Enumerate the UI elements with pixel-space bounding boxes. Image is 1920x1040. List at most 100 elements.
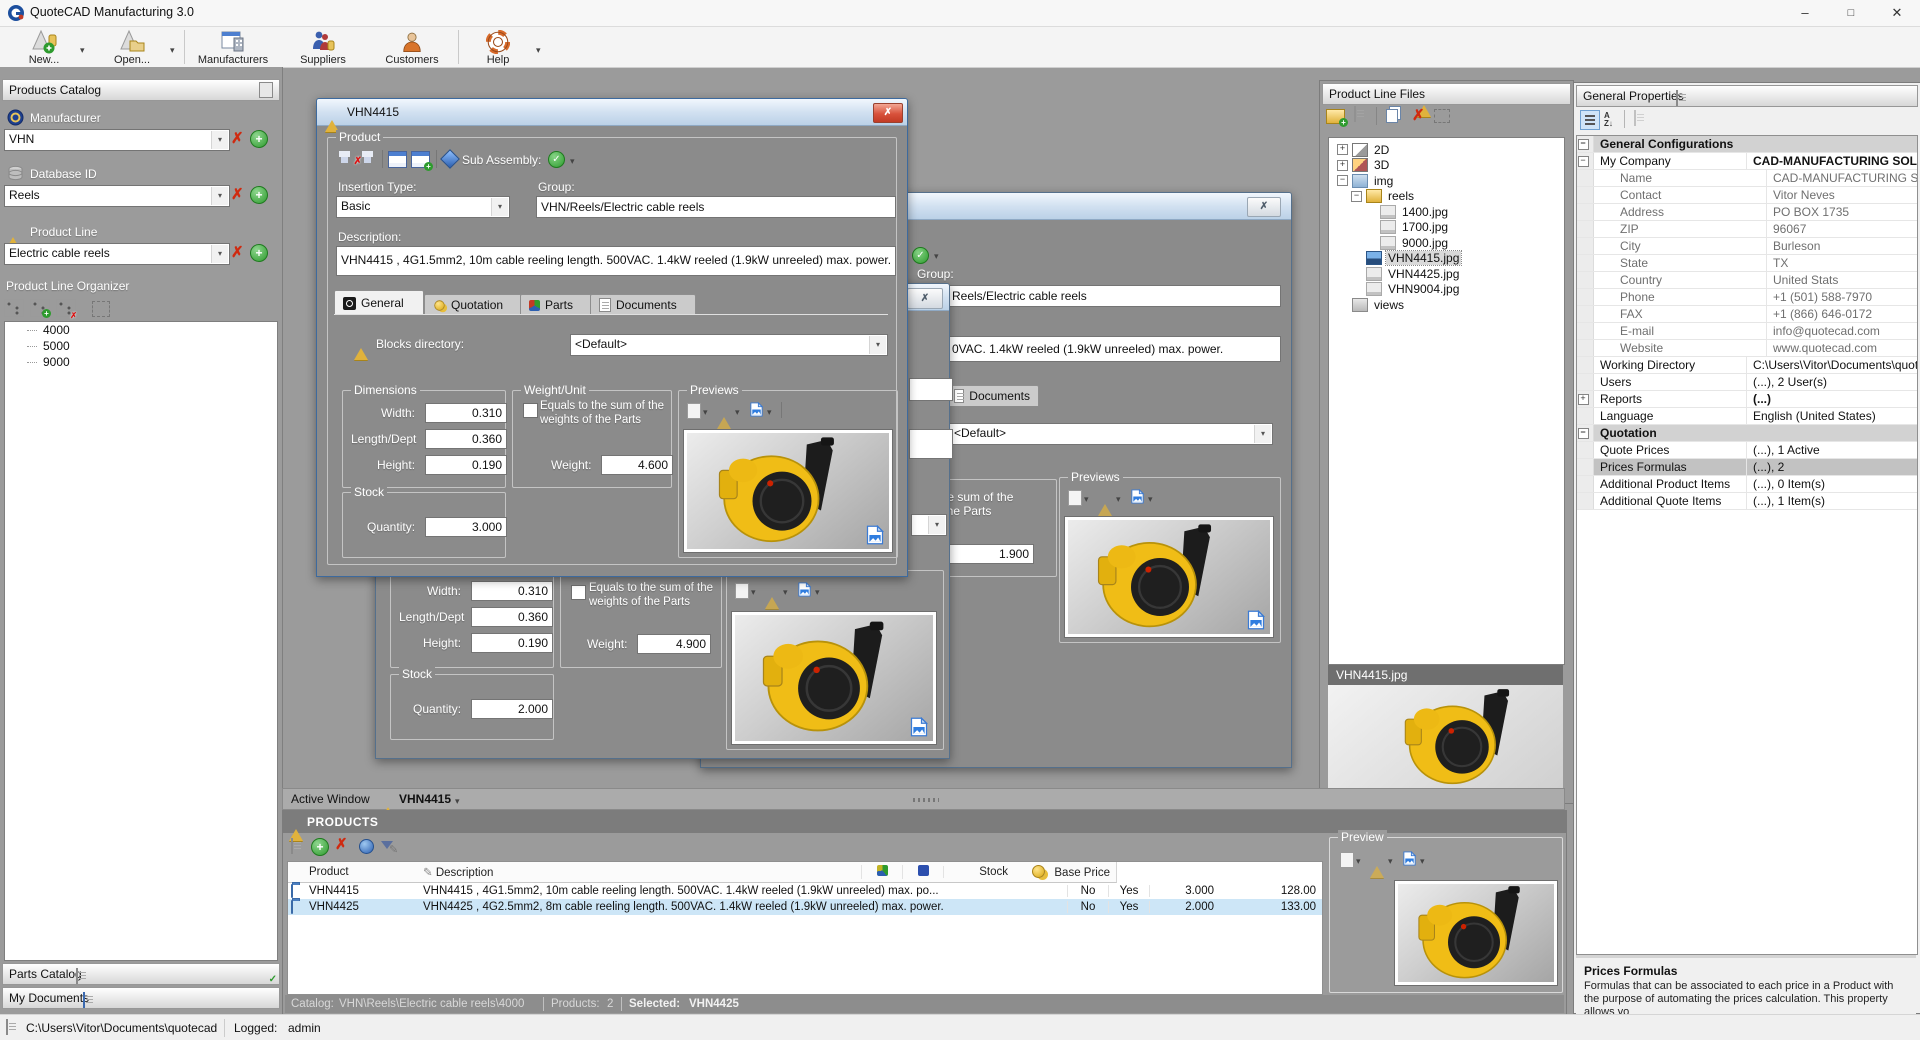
preview-shape-icon[interactable] [1068,490,1082,506]
database-id-select[interactable]: Reels ▾ [4,185,230,207]
new-file-icon[interactable] [1354,106,1356,122]
files-tree-item[interactable]: − reels [1329,189,1564,205]
product-line-add-button[interactable]: + [250,244,268,262]
property-row[interactable]: Quote Prices (...), 1 Active [1577,442,1917,459]
filter-pencil-icon[interactable]: ✎ [389,843,398,856]
product-line-delete-button[interactable]: ✗ [231,245,244,261]
alphabetical-sort-icon[interactable]: AZ↓ [1604,112,1613,128]
tree-expander[interactable]: − [1337,175,1348,186]
property-row[interactable]: + Reports (...) [1577,391,1917,408]
organizer-tree-item[interactable]: 5000 [5,338,277,354]
chevron-down-icon[interactable]: ▾ [455,796,460,806]
organizer-delete-node-icon[interactable]: ✗ [56,299,76,317]
height-field[interactable]: 0.190 [425,455,507,475]
database-add-button[interactable]: + [250,186,268,204]
length-field[interactable]: 0.360 [471,607,553,627]
chevron-down-icon[interactable]: ▾ [751,587,756,597]
property-row[interactable]: FAX +1 (866) 646-0172 [1577,306,1917,323]
pin-icon[interactable] [259,82,273,98]
insertion-type-select[interactable]: Basic ▾ [336,196,510,218]
manufacturer-add-button[interactable]: + [250,130,268,148]
property-row[interactable]: Country United Stats [1577,272,1917,289]
products-table-header[interactable]: Product ✎ Description Stock Base Price [288,862,1117,883]
chevron-down-icon[interactable]: ▾ [703,407,708,417]
description-field-fragment[interactable] [909,429,953,459]
width-field[interactable]: 0.310 [425,403,507,423]
sub-assembly-ok-icon[interactable]: ✓ [912,247,929,264]
open-button[interactable]: Open... [102,27,162,67]
files-tree-item[interactable]: VHN4425.jpg [1329,266,1564,282]
chevron-down-icon[interactable]: ▾ [934,251,939,261]
new-button[interactable]: New... [16,27,72,67]
property-row[interactable]: Working Directory C:\Users\Vitor\Documen… [1577,357,1917,374]
group-field-fragment[interactable] [909,378,953,401]
tab-parts[interactable]: Parts [520,294,600,315]
row-expander[interactable]: + [1578,394,1589,405]
files-tree-item[interactable]: + 3D [1329,158,1564,174]
products-new-icon[interactable] [291,838,293,854]
tree-expander[interactable]: + [1337,144,1348,155]
products-add-button[interactable]: + [311,838,329,856]
chevron-down-icon[interactable]: ▾ [1388,856,1393,866]
length-field[interactable]: 0.360 [425,429,507,449]
delete-icon[interactable]: ✗ [1412,108,1425,124]
blocks-directory-select[interactable]: <Default> ▾ [949,423,1273,445]
weight-field[interactable]: 4.900 [637,634,711,654]
maximize-button[interactable]: □ [1828,0,1874,26]
image-file-icon[interactable] [865,525,885,545]
help-caret-icon[interactable]: ▾ [536,45,541,55]
products-delete-button[interactable]: ✗ [335,837,348,853]
organizer-tree-item[interactable]: 9000 [5,354,277,370]
description-field[interactable]: VHN4415 , 4G1.5mm2, 10m cable reeling le… [336,246,896,276]
property-pages-icon[interactable] [1634,110,1636,126]
height-field[interactable]: 0.190 [471,633,553,653]
weight-field[interactable]: 4.600 [601,455,673,475]
manufacturer-select[interactable]: VHN ▾ [4,129,230,151]
property-row[interactable]: Users (...), 2 User(s) [1577,374,1917,391]
products-search-icon[interactable] [359,839,374,854]
chevron-down-icon[interactable]: ▾ [1116,494,1121,504]
tab-general[interactable]: General [334,290,424,315]
preview-model-icon[interactable] [1098,490,1112,516]
quantity-field[interactable]: 3.000 [425,517,507,537]
weight-sum-checkbox[interactable] [571,585,586,600]
manufacturers-button[interactable]: Manufacturers [194,27,272,67]
suppliers-button[interactable]: Suppliers [294,27,352,67]
property-row[interactable]: State TX [1577,255,1917,272]
select-marquee-icon[interactable] [1434,109,1450,123]
organizer-select-icon[interactable] [92,301,110,317]
help-button[interactable]: Help [474,27,522,67]
general-properties-header[interactable]: General Properties [1576,85,1918,107]
organizer-tree-item[interactable]: 4000 [5,322,277,338]
property-row[interactable]: Name CAD-MANUFACTURING SOLUTION [1577,170,1917,187]
list-view-icon[interactable] [388,151,407,168]
files-tree-item[interactable]: − img [1329,173,1564,189]
group-field[interactable]: VHN/Reels/Electric cable reels [536,196,896,218]
chevron-down-icon[interactable]: ▾ [1420,856,1425,866]
description-field[interactable]: 0VAC. 1.4kW reeled (1.9kW unreeled) max.… [947,336,1281,362]
chevron-down-icon[interactable]: ▾ [570,156,575,166]
files-tree-item[interactable]: + 2D [1329,142,1564,158]
preview-frame[interactable] [683,429,893,553]
files-tree-item[interactable]: 1700.jpg [1329,220,1564,236]
database-delete-button[interactable]: ✗ [231,187,244,203]
close-icon[interactable]: ✗ [873,103,903,123]
close-icon[interactable]: ✗ [1247,197,1281,217]
chevron-down-icon[interactable]: ▾ [1084,494,1089,504]
preview-shape-icon[interactable] [1340,852,1354,868]
close-button[interactable]: ✕ [1874,0,1920,26]
close-icon[interactable]: ✗ [907,288,943,309]
parts-catalog-bar[interactable]: Parts Catalog ✓ [2,963,280,985]
copy-icon[interactable] [1386,109,1398,123]
image-file-icon[interactable] [909,717,929,737]
active-window-value[interactable]: VHN4415 [399,792,451,806]
property-row[interactable]: Address PO BOX 1735 [1577,204,1917,221]
drag-handle[interactable] [913,798,939,802]
property-row[interactable]: City Burleson [1577,238,1917,255]
organizer-add-node-icon[interactable]: + [30,299,50,317]
chevron-down-icon[interactable]: ▾ [767,407,772,417]
minimize-button[interactable]: – [1782,0,1828,26]
new-folder-icon[interactable]: + [1326,109,1345,124]
property-row[interactable]: − General Configurations [1577,136,1917,153]
list-add-icon[interactable]: + [411,151,430,168]
